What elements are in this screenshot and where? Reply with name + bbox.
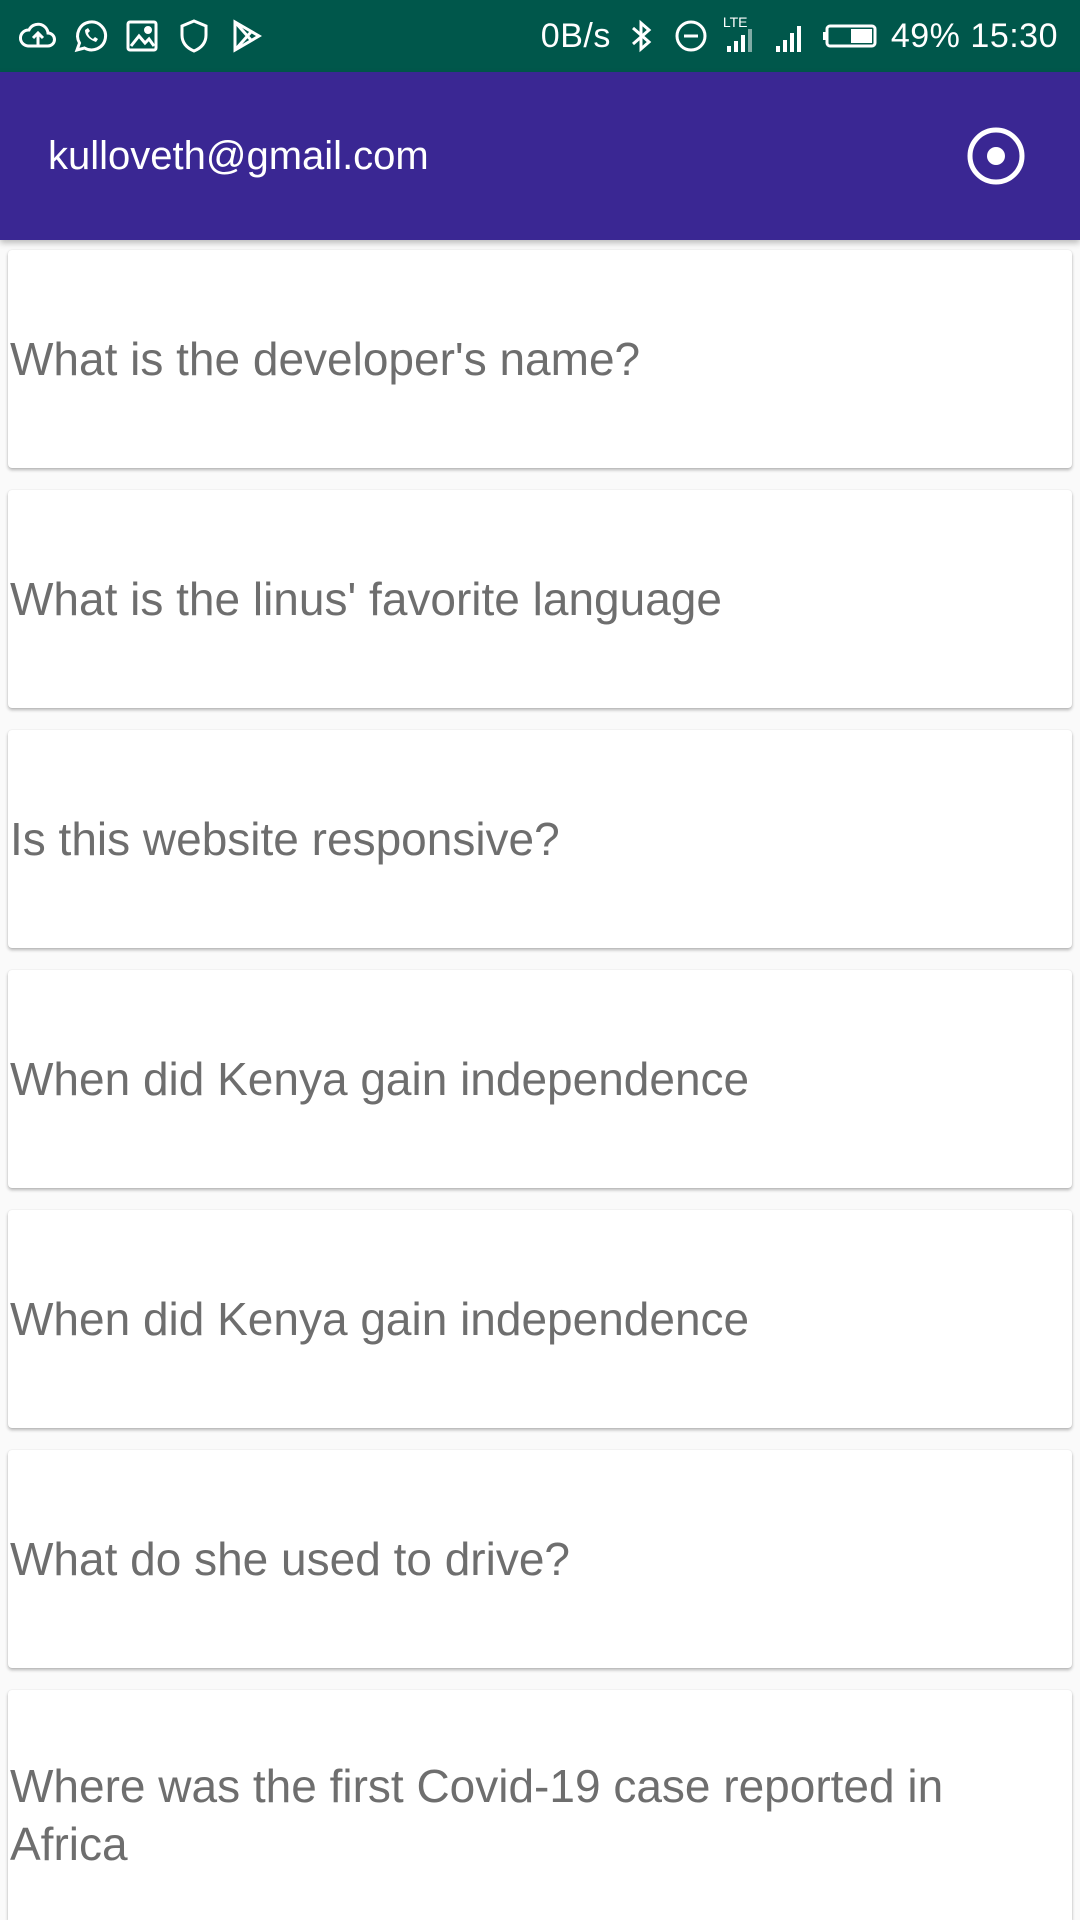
battery-icon xyxy=(821,16,881,56)
question-text: When did Kenya gain independence xyxy=(10,1293,750,1345)
question-card[interactable]: When did Kenya gain independence xyxy=(8,1210,1072,1428)
question-card[interactable]: Where was the first Covid-19 case report… xyxy=(8,1690,1072,1920)
status-bar: 0B/s LTE 49% 15:30 xyxy=(0,0,1080,72)
play-store-icon xyxy=(226,16,266,56)
question-card[interactable]: What is the linus' favorite language xyxy=(8,490,1072,708)
question-card[interactable]: When did Kenya gain independence xyxy=(8,970,1072,1188)
question-text: When did Kenya gain independence xyxy=(10,1053,750,1105)
record-icon xyxy=(967,127,1025,185)
signal-icon xyxy=(771,16,811,56)
question-text: Is this website responsive? xyxy=(10,813,560,865)
whatsapp-icon xyxy=(70,16,110,56)
question-list: What is the developer's name? What is th… xyxy=(8,250,1072,1920)
bluetooth-icon xyxy=(621,16,661,56)
shield-icon xyxy=(174,16,214,56)
app-bar: kulloveth@gmail.com xyxy=(0,72,1080,240)
network-speed: 0B/s xyxy=(540,16,611,55)
lte-signal-icon: LTE xyxy=(721,14,761,56)
account-email-title: kulloveth@gmail.com xyxy=(48,133,429,178)
status-left-icons xyxy=(18,16,266,56)
clock: 15:30 xyxy=(970,16,1058,55)
question-card[interactable]: Is this website responsive? xyxy=(8,730,1072,948)
record-button[interactable] xyxy=(964,124,1028,188)
cloud-upload-icon xyxy=(18,16,58,56)
image-icon xyxy=(122,16,162,56)
lte-label: LTE xyxy=(722,14,748,30)
question-text: Where was the first Covid-19 case report… xyxy=(10,1760,944,1870)
status-right-icons: 0B/s LTE 49% 15:30 xyxy=(540,14,1058,56)
question-text: What is the developer's name? xyxy=(10,333,641,385)
battery-percent: 49% xyxy=(890,16,961,55)
question-card[interactable]: What is the developer's name? xyxy=(8,250,1072,468)
question-card[interactable]: What do she used to drive? xyxy=(8,1450,1072,1668)
do-not-disturb-icon xyxy=(671,16,711,56)
question-text: What do she used to drive? xyxy=(10,1533,570,1585)
question-text: What is the linus' favorite language xyxy=(10,573,722,625)
